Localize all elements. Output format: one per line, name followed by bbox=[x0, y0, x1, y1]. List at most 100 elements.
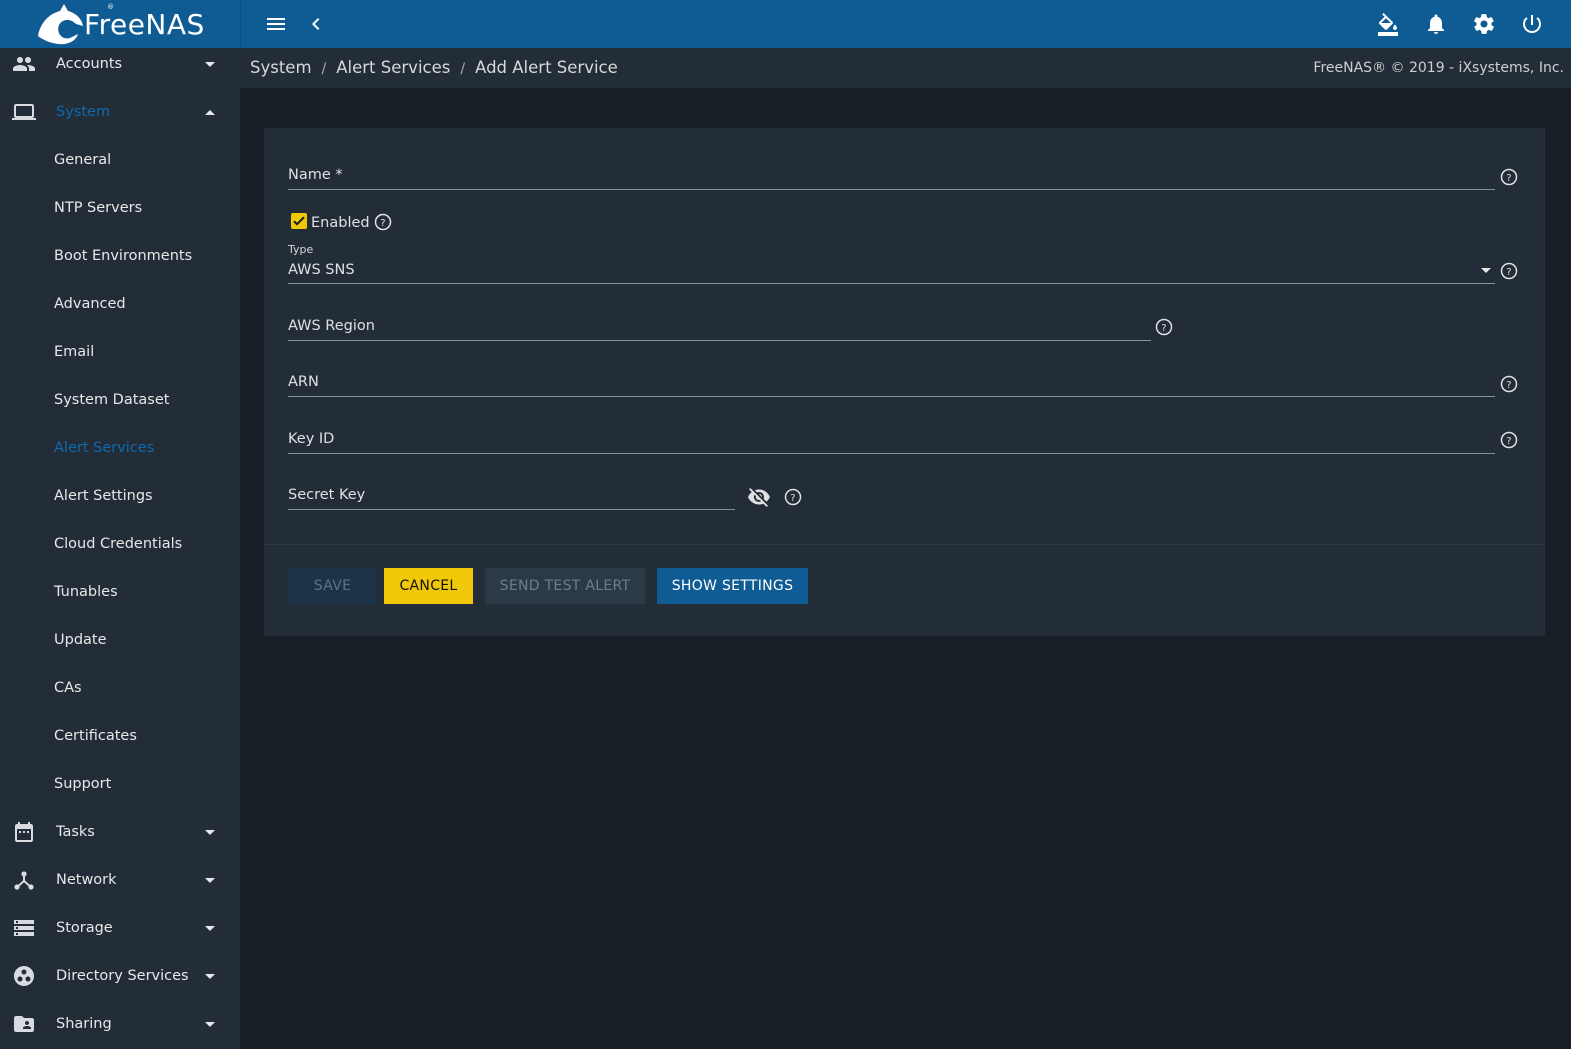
power-icon[interactable] bbox=[1516, 8, 1548, 40]
paint-bucket-icon[interactable] bbox=[1372, 8, 1404, 40]
type-underline bbox=[288, 283, 1495, 284]
save-button[interactable]: SAVE bbox=[288, 568, 377, 604]
sidebar-subitem-certificates[interactable]: Certificates bbox=[0, 712, 240, 760]
storage-icon bbox=[12, 916, 36, 940]
sidebar-subitem-tunables[interactable]: Tunables bbox=[0, 568, 240, 616]
aws-region-input[interactable] bbox=[288, 316, 1150, 340]
type-select-value[interactable]: AWS SNS bbox=[288, 262, 355, 278]
eye-off-icon[interactable] bbox=[747, 485, 771, 509]
help-icon[interactable]: ? bbox=[1500, 168, 1518, 186]
secret-key-input[interactable] bbox=[288, 484, 734, 508]
directory-services-icon bbox=[12, 964, 36, 988]
brand-registered-mark: ® bbox=[107, 3, 114, 11]
laptop-icon bbox=[12, 100, 36, 124]
cancel-button[interactable]: CANCEL bbox=[384, 568, 473, 604]
people-icon bbox=[12, 52, 36, 76]
form-actions-divider bbox=[264, 544, 1545, 545]
sidebar-subitem-label: Support bbox=[54, 776, 112, 792]
sidebar-item-tasks[interactable]: Tasks bbox=[0, 808, 240, 856]
sidebar-subitem-alert-services[interactable]: Alert Services bbox=[0, 424, 240, 472]
sidebar-item-label: Directory Services bbox=[56, 968, 189, 984]
sidebar-item-network[interactable]: Network bbox=[0, 856, 240, 904]
sidebar-subitem-label: System Dataset bbox=[54, 392, 170, 408]
sidebar-subitem-update[interactable]: Update bbox=[0, 616, 240, 664]
caret-down-icon bbox=[205, 829, 215, 835]
sidebar-subitem-general[interactable]: General bbox=[0, 136, 240, 184]
breadcrumb-separator: / bbox=[460, 61, 466, 77]
freenas-logo[interactable]: FreeNAS ® bbox=[34, 0, 234, 48]
sidebar-item-label: Storage bbox=[56, 920, 113, 936]
sidebar-subitem-cas[interactable]: CAs bbox=[0, 664, 240, 712]
sidebar-subitem-label: Cloud Credentials bbox=[54, 536, 183, 552]
sidebar-subitem-boot-environments[interactable]: Boot Environments bbox=[0, 232, 240, 280]
caret-down-icon bbox=[205, 925, 215, 931]
caret-down-icon bbox=[205, 61, 215, 67]
sidebar-item-label: Sharing bbox=[56, 1016, 112, 1032]
sidebar-item-label: System bbox=[56, 104, 111, 120]
sidebar-subitem-ntp-servers[interactable]: NTP Servers bbox=[0, 184, 240, 232]
breadcrumb-bar: System / Alert Services / Add Alert Serv… bbox=[240, 48, 1571, 88]
sidebar-subitem-alert-settings[interactable]: Alert Settings bbox=[0, 472, 240, 520]
arn-underline bbox=[288, 396, 1495, 397]
sidebar-item-label: Network bbox=[56, 872, 117, 888]
sidebar-subitem-support[interactable]: Support bbox=[0, 760, 240, 808]
breadcrumb-alert-services[interactable]: Alert Services bbox=[336, 58, 450, 80]
sidebar-subitem-cloud-credentials[interactable]: Cloud Credentials bbox=[0, 520, 240, 568]
breadcrumb: System / Alert Services / Add Alert Serv… bbox=[250, 58, 618, 80]
help-icon[interactable]: ? bbox=[1500, 375, 1518, 393]
aws-region-underline bbox=[288, 340, 1151, 341]
caret-down-icon bbox=[205, 1021, 215, 1027]
sidebar: Accounts System General NTP Servers Boot… bbox=[0, 48, 240, 1049]
copyright-text: FreeNAS® © 2019 - iXsystems, Inc. bbox=[1313, 60, 1564, 76]
caret-down-icon bbox=[205, 973, 215, 979]
help-icon[interactable]: ? bbox=[1500, 262, 1518, 280]
svg-text:?: ? bbox=[1161, 323, 1166, 334]
name-input[interactable] bbox=[288, 164, 1494, 188]
top-bar: FreeNAS ® bbox=[0, 0, 1571, 48]
key-id-input[interactable] bbox=[288, 428, 1494, 452]
svg-text:?: ? bbox=[790, 493, 795, 504]
sidebar-subitem-label: Advanced bbox=[54, 296, 126, 312]
caret-up-icon bbox=[205, 109, 215, 115]
sidebar-subitem-label: Boot Environments bbox=[54, 248, 193, 264]
sidebar-subitem-label: Tunables bbox=[54, 584, 118, 600]
name-underline bbox=[288, 189, 1495, 190]
sidebar-subitem-label: Certificates bbox=[54, 728, 137, 744]
help-icon[interactable]: ? bbox=[1500, 431, 1518, 449]
svg-text:?: ? bbox=[1506, 380, 1511, 391]
calendar-icon bbox=[12, 820, 36, 844]
help-icon[interactable]: ? bbox=[374, 213, 392, 231]
sidebar-item-system[interactable]: System bbox=[0, 88, 240, 136]
gear-icon[interactable] bbox=[1468, 8, 1500, 40]
secret-key-underline bbox=[288, 509, 735, 510]
shared-folder-icon bbox=[12, 1012, 36, 1036]
brand-name: FreeNAS bbox=[84, 7, 205, 41]
help-icon[interactable]: ? bbox=[784, 488, 802, 506]
arn-input[interactable] bbox=[288, 372, 1494, 396]
svg-text:?: ? bbox=[1506, 436, 1511, 447]
sidebar-item-sharing[interactable]: Sharing bbox=[0, 1000, 240, 1048]
sidebar-subitem-advanced[interactable]: Advanced bbox=[0, 280, 240, 328]
sidebar-subitem-email[interactable]: Email bbox=[0, 328, 240, 376]
breadcrumb-system[interactable]: System bbox=[250, 58, 312, 80]
help-icon[interactable]: ? bbox=[1155, 318, 1173, 336]
caret-down-icon[interactable] bbox=[1481, 268, 1491, 273]
show-settings-button[interactable]: SHOW SETTINGS bbox=[657, 568, 808, 604]
send-test-alert-button[interactable]: SEND TEST ALERT bbox=[485, 568, 645, 604]
sidebar-item-label: Accounts bbox=[56, 56, 123, 72]
svg-text:?: ? bbox=[1506, 173, 1511, 184]
svg-text:?: ? bbox=[1506, 267, 1511, 278]
sidebar-item-storage[interactable]: Storage bbox=[0, 904, 240, 952]
hamburger-menu-icon[interactable] bbox=[260, 8, 292, 40]
alert-service-form: Name * ? Enabled ? Type AWS SNS ? AWS Re… bbox=[264, 128, 1545, 636]
sidebar-item-directory-services[interactable]: Directory Services bbox=[0, 952, 240, 1000]
sidebar-subitem-label: CAs bbox=[54, 680, 82, 696]
sidebar-item-accounts[interactable]: Accounts bbox=[0, 48, 240, 88]
chevron-left-icon[interactable] bbox=[300, 8, 332, 40]
sidebar-subitem-label: Email bbox=[54, 344, 95, 360]
bell-icon[interactable] bbox=[1420, 8, 1452, 40]
enabled-checkbox[interactable] bbox=[291, 213, 307, 229]
key-id-underline bbox=[288, 453, 1495, 454]
sidebar-subitem-system-dataset[interactable]: System Dataset bbox=[0, 376, 240, 424]
topbar-divider bbox=[240, 0, 241, 48]
